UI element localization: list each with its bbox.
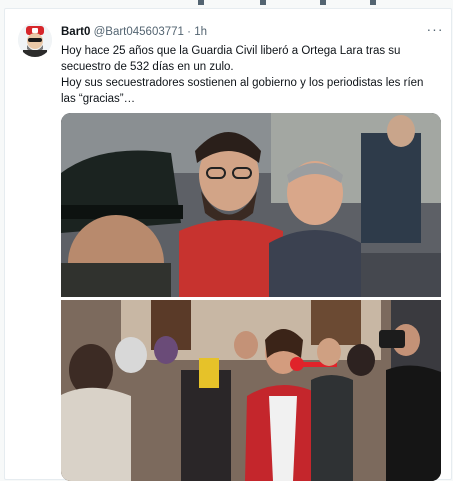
user-handle[interactable]: @Bart045603771 — [94, 26, 184, 38]
toolbar-icons — [190, 0, 390, 5]
tweet-card[interactable]: Bart0 @Bart045603771 · 1h ··· Hoy hace 2… — [4, 8, 452, 481]
timestamp[interactable]: 1h — [194, 26, 207, 38]
tweet-text: Hoy hace 25 años que la Guardia Civil li… — [61, 43, 441, 107]
retweet-icon[interactable] — [260, 0, 266, 5]
more-options-button[interactable]: ··· — [425, 21, 445, 39]
like-icon[interactable] — [320, 0, 326, 5]
avatar-image — [18, 23, 52, 57]
photo-press[interactable] — [61, 300, 441, 481]
tweet-text-line-1: Hoy hace 25 años que la Guardia Civil li… — [61, 45, 401, 73]
photo-historical-liberation — [61, 113, 441, 297]
share-icon[interactable] — [370, 0, 376, 5]
more-icon: ··· — [426, 21, 444, 37]
tweet-media[interactable] — [61, 113, 441, 481]
display-name[interactable]: Bart0 — [61, 26, 90, 38]
tweet-header: Bart0 @Bart045603771 · 1h — [61, 23, 207, 41]
avatar[interactable] — [18, 23, 52, 57]
photo-liberation[interactable] — [61, 113, 441, 297]
photo-press-scrum — [61, 300, 441, 481]
tweet-text-line-2: Hoy sus secuestradores sostienen al gobi… — [61, 77, 424, 105]
separator-dot: · — [187, 26, 191, 38]
top-toolbar-strip — [0, 0, 453, 6]
reply-icon[interactable] — [198, 0, 204, 5]
